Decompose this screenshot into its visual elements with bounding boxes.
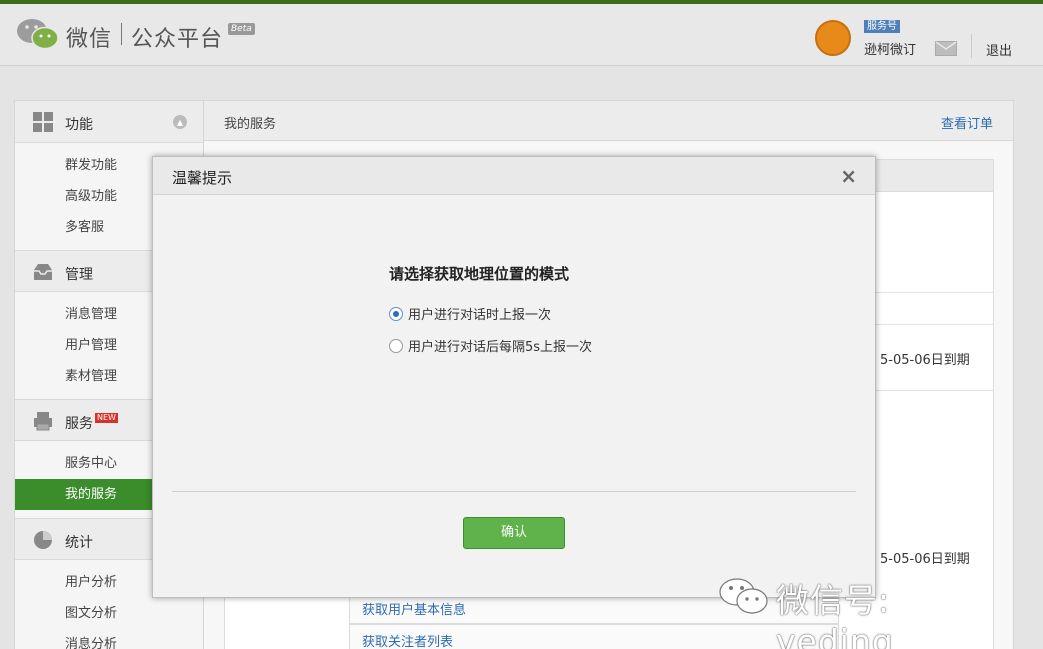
sidebar-section-label: 功能: [65, 117, 93, 133]
sidebar-item-message-analysis[interactable]: 消息分析: [15, 629, 203, 649]
page-title: 我的服务: [224, 117, 277, 132]
dialog-divider: [172, 491, 856, 492]
sidebar-item-article-analysis[interactable]: 图文分析: [15, 598, 203, 629]
brand-platform: 公众平台: [131, 27, 224, 52]
sidebar-section-label: 管理: [65, 267, 93, 283]
confirm-button[interactable]: 确认: [463, 517, 565, 549]
beta-badge: Beta: [228, 23, 255, 35]
wechat-watermark-icon: [719, 578, 768, 614]
brand-separator: [121, 23, 122, 45]
option-report-once[interactable]: 用户进行对话时上报一次: [389, 304, 551, 323]
brand-wechat: 微信: [66, 27, 113, 52]
mail-icon[interactable]: [935, 41, 957, 56]
account-type-badge: 服务号: [864, 20, 900, 33]
option-label: 用户进行对话后每隔5s上报一次: [408, 340, 593, 355]
expire-date: 5-05-06日到期: [880, 353, 970, 368]
sidebar-section-label: 服务: [65, 416, 93, 432]
dialog-title: 温馨提示: [172, 169, 233, 187]
header-separator: [971, 34, 972, 58]
account-name[interactable]: 逊柯微订: [864, 39, 916, 58]
wechat-logo-icon: [17, 19, 59, 50]
user-info-link[interactable]: 获取用户基本信息: [362, 599, 466, 618]
radio-button[interactable]: [389, 339, 403, 353]
sidebar-section-function[interactable]: 功能 ▴: [15, 101, 203, 143]
header: 微信 公众平台 Beta 服务号 逊柯微订 退出: [0, 4, 1043, 66]
inbox-icon: [34, 264, 52, 280]
option-label: 用户进行对话时上报一次: [408, 308, 552, 323]
dialog-question: 请选择获取地理位置的模式: [389, 265, 570, 283]
list-item[interactable]: 获取关注者列表: [349, 624, 839, 649]
grid-icon: [33, 112, 53, 132]
follower-list-link[interactable]: 获取关注者列表: [362, 631, 453, 649]
location-mode-dialog: 温馨提示 × 请选择获取地理位置的模式 用户进行对话时上报一次 用户进行对话后每…: [152, 156, 876, 598]
option-report-every-5s[interactable]: 用户进行对话后每隔5s上报一次: [389, 336, 592, 355]
collapse-icon[interactable]: ▴: [173, 115, 187, 129]
new-badge: NEW: [95, 413, 118, 423]
view-orders-link[interactable]: 查看订单: [941, 113, 993, 132]
close-icon[interactable]: ×: [840, 164, 857, 188]
radio-button-selected[interactable]: [389, 307, 403, 321]
watermark-text: 微信号: veding: [776, 581, 894, 649]
expire-date: 5-05-06日到期: [880, 552, 970, 567]
dialog-header: 温馨提示 ×: [153, 157, 875, 195]
sidebar-section-label: 统计: [65, 535, 93, 551]
watermark: 微信号: veding: [718, 572, 1018, 649]
printer-icon: [34, 412, 52, 431]
pie-chart-icon: [34, 531, 52, 549]
account-avatar[interactable]: [815, 20, 851, 56]
main-header: 我的服务 查看订单: [204, 101, 1013, 141]
logout-link[interactable]: 退出: [986, 40, 1012, 59]
